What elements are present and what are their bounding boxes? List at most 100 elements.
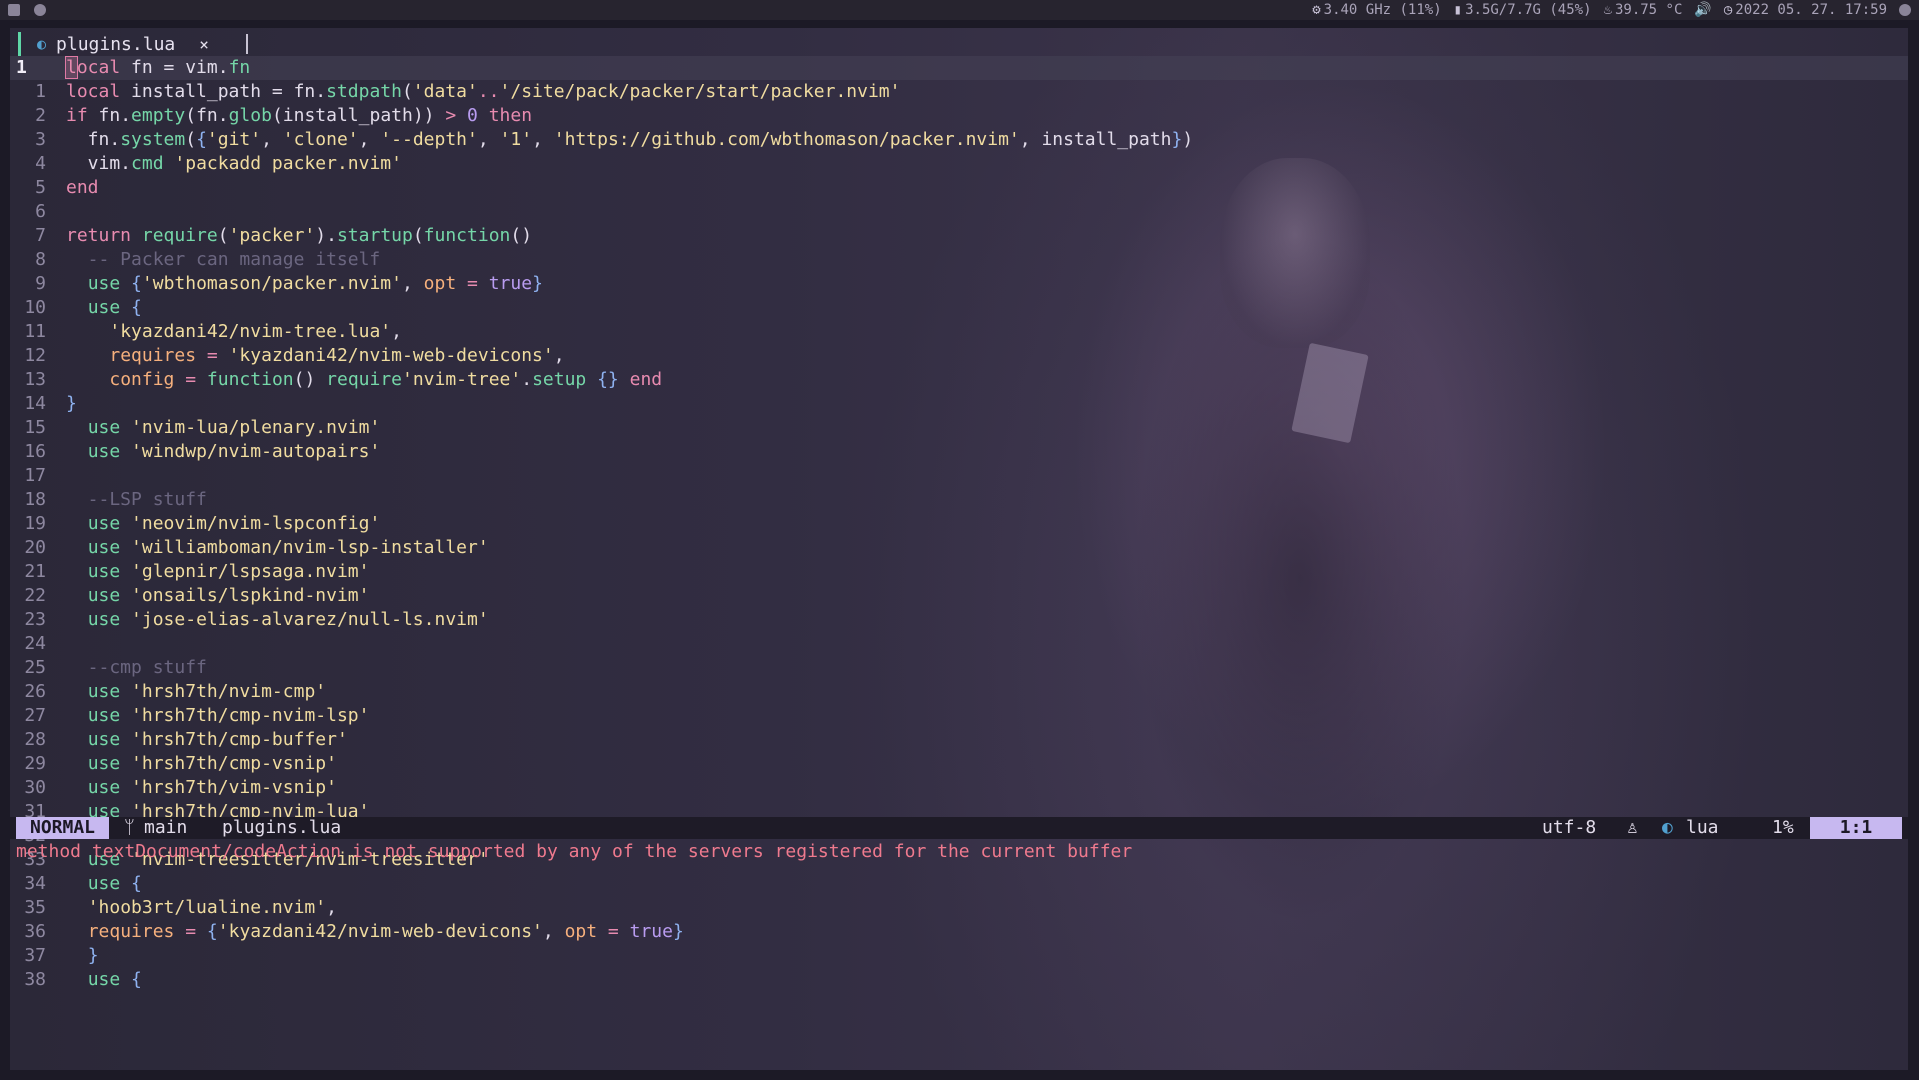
volume-icon[interactable]: 🔊 xyxy=(1694,0,1711,20)
code-token: install_path = fn. xyxy=(120,81,327,102)
code-token: 'data' xyxy=(412,81,478,102)
code-line[interactable]: 7 return require('packer').startup(functi… xyxy=(10,224,1908,248)
code-token: { xyxy=(131,873,142,894)
code-line[interactable]: 18 --LSP stuff xyxy=(10,488,1908,512)
line-number: 30 xyxy=(24,777,46,798)
code-token: { xyxy=(206,921,218,942)
app-icon[interactable] xyxy=(34,4,46,16)
line-code: use 'neovim/nvim-lspconfig' xyxy=(66,512,381,536)
code-line[interactable]: 35 'hoob3rt/lualine.nvim', xyxy=(10,896,1908,920)
editor-buffer[interactable]: 1 local fn = vim.fn 1 local install_path = … xyxy=(10,56,1908,990)
linux-icon: ♙ xyxy=(1627,817,1638,838)
code-line[interactable]: 20 use 'williamboman/nvim-lsp-installer' xyxy=(10,536,1908,560)
code-line[interactable]: 19 use 'neovim/nvim-lspconfig' xyxy=(10,512,1908,536)
code-token: ). xyxy=(315,225,337,246)
code-token: ) xyxy=(1182,129,1194,150)
volume-control[interactable]: 🔊 xyxy=(1694,0,1711,20)
code-line[interactable]: 21 use 'glepnir/lspsaga.nvim' xyxy=(10,560,1908,584)
cpu-value: 3.40 GHz (11%) xyxy=(1323,2,1442,18)
code-token: function xyxy=(423,225,511,246)
tab-plugins-lua[interactable]: ◐ plugins.lua × xyxy=(18,32,219,56)
tab-label[interactable]: plugins.lua xyxy=(56,34,175,55)
code-token: use xyxy=(87,513,121,534)
code-token: use xyxy=(87,873,121,894)
code-token: , xyxy=(326,897,337,918)
line-number: 2 xyxy=(35,105,46,126)
thermometer-icon: ♨ xyxy=(1603,2,1612,18)
code-line[interactable]: 2 if fn.empty(fn.glob(install_path)) > 0 … xyxy=(10,104,1908,128)
code-token: use xyxy=(87,561,121,582)
code-line[interactable]: 22 use 'onsails/lspkind-nvim' xyxy=(10,584,1908,608)
code-token: { xyxy=(131,297,142,318)
code-token: startup xyxy=(336,225,413,246)
code-line[interactable]: 12 requires = 'kyazdani42/nvim-web-devic… xyxy=(10,344,1908,368)
workspace-icon[interactable] xyxy=(8,4,20,16)
code-line[interactable]: 4 vim.cmd 'packadd packer.nvim' xyxy=(10,152,1908,176)
code-token: 'hrsh7th/vim-vsnip' xyxy=(131,777,337,798)
line-code: use {'wbthomason/packer.nvim', opt = tru… xyxy=(66,272,543,296)
code-token: 'glepnir/lspsaga.nvim' xyxy=(131,561,370,582)
code-line[interactable]: 17 xyxy=(10,464,1908,488)
memory-stat: ▮ 3.5G/7.7G (45%) xyxy=(1454,0,1592,20)
code-token: config xyxy=(109,369,175,390)
code-line[interactable]: 13 config = function() require'nvim-tree… xyxy=(10,368,1908,392)
code-line[interactable]: 8 -- Packer can manage itself xyxy=(10,248,1908,272)
code-token: 'wbthomason/packer.nvim' xyxy=(141,273,402,294)
code-line[interactable]: 24 xyxy=(10,632,1908,656)
line-number: 10 xyxy=(24,297,46,318)
code-line[interactable]: 30 use 'hrsh7th/vim-vsnip' xyxy=(10,776,1908,800)
code-token: use xyxy=(87,297,121,318)
code-line[interactable]: 11 'kyazdani42/nvim-tree.lua', xyxy=(10,320,1908,344)
code-token: , install_path xyxy=(1019,129,1172,150)
line-code: use 'nvim-lua/plenary.nvim' xyxy=(66,416,381,440)
code-token: 'packadd packer.nvim' xyxy=(174,153,402,174)
code-token: ( xyxy=(412,225,424,246)
code-line[interactable]: 28 use 'hrsh7th/cmp-buffer' xyxy=(10,728,1908,752)
code-line[interactable]: 25 --cmp stuff xyxy=(10,656,1908,680)
code-line[interactable]: 23 use 'jose-elias-alvarez/null-ls.nvim' xyxy=(10,608,1908,632)
code-token: empty xyxy=(131,105,186,126)
code-token: = xyxy=(185,369,197,390)
code-line[interactable]: 36 requires = {'kyazdani42/nvim-web-devi… xyxy=(10,920,1908,944)
tray-discord-icon[interactable] xyxy=(1899,4,1911,16)
code-token: 'hoob3rt/lualine.nvim' xyxy=(87,897,327,918)
code-token: 'hrsh7th/cmp-buffer' xyxy=(131,729,348,750)
code-token: require xyxy=(141,225,218,246)
code-line[interactable]: 6 xyxy=(10,200,1908,224)
code-line[interactable]: 29 use 'hrsh7th/cmp-vsnip' xyxy=(10,752,1908,776)
line-code: -- Packer can manage itself xyxy=(66,248,381,272)
code-line[interactable]: 3 fn.system({'git', 'clone', '--depth', … xyxy=(10,128,1908,152)
code-line[interactable]: 16 use 'windwp/nvim-autopairs' xyxy=(10,440,1908,464)
current-line[interactable]: 1 local fn = vim.fn xyxy=(10,56,1908,80)
code-line[interactable]: 27 use 'hrsh7th/cmp-nvim-lsp' xyxy=(10,704,1908,728)
code-line[interactable]: 1 local install_path = fn.stdpath('data'.… xyxy=(10,80,1908,104)
code-token: 'kyazdani42/nvim-tree.lua' xyxy=(109,321,392,342)
tab-close-icon[interactable]: × xyxy=(199,35,209,54)
line-number: 4 xyxy=(35,153,46,174)
code-line[interactable]: 15 use 'nvim-lua/plenary.nvim' xyxy=(10,416,1908,440)
code-line[interactable]: 5 end xyxy=(10,176,1908,200)
line-code: use 'onsails/lspkind-nvim' xyxy=(66,584,370,608)
code-line[interactable]: 38 use { xyxy=(10,968,1908,992)
code-line[interactable]: 14} xyxy=(10,392,1908,416)
code-line[interactable]: 37 } xyxy=(10,944,1908,968)
code-line[interactable]: 9 use {'wbthomason/packer.nvim', opt = t… xyxy=(10,272,1908,296)
code-line[interactable]: 26 use 'hrsh7th/nvim-cmp' xyxy=(10,680,1908,704)
lua-filetype-icon: ◐ xyxy=(1662,817,1673,838)
code-line[interactable]: 10 use { xyxy=(10,296,1908,320)
line-number: 37 xyxy=(24,945,46,966)
line-number: 8 xyxy=(35,249,46,270)
code-line[interactable]: 34 use { xyxy=(10,872,1908,896)
